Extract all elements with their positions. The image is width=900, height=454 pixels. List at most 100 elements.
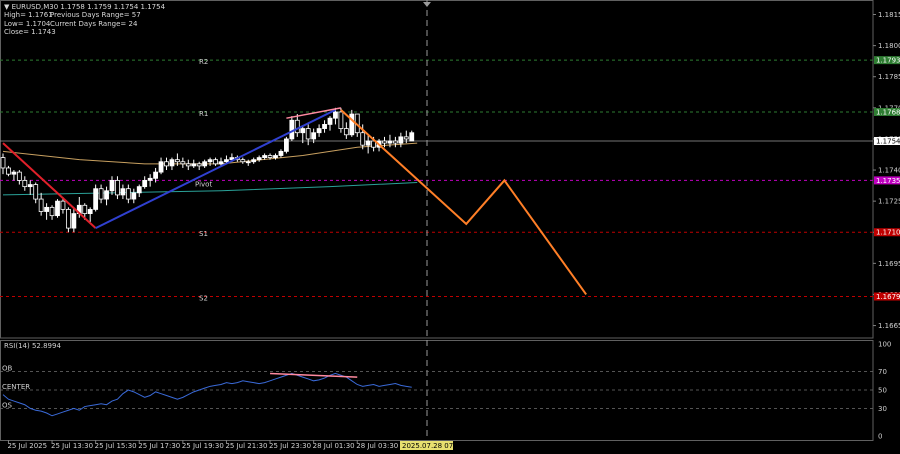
- candle-body: [398, 136, 404, 144]
- rsi-tick-label: 100: [878, 341, 891, 349]
- candle-body: [16, 171, 22, 181]
- candle-body: [38, 198, 44, 212]
- candle-body: [365, 140, 371, 146]
- candle-body: [136, 186, 142, 194]
- candle-body: [322, 124, 327, 129]
- candle-body: [104, 190, 109, 200]
- candle-body: [147, 177, 153, 181]
- x-tick-label: 25 Jul 17:30: [138, 442, 180, 450]
- candle-body: [93, 188, 99, 210]
- candle-body: [207, 159, 213, 163]
- candle-body: [327, 117, 333, 125]
- candle-body: [267, 155, 273, 158]
- current-price-tag: 1.1754: [876, 138, 900, 146]
- candle-body: [0, 157, 6, 169]
- x-tick-label: 25 Jul 23:30: [269, 442, 311, 450]
- pivot-price-tag: 1.1679: [876, 293, 900, 301]
- pivot-price-tag: 1.1793: [876, 57, 900, 65]
- y-tick-label: 1.1800: [878, 42, 900, 50]
- candle-body: [240, 159, 246, 163]
- trendline-down: [2, 142, 97, 229]
- rsi-level-label: OB: [2, 365, 13, 373]
- x-tick-label: 25 Jul 13:30: [51, 442, 93, 450]
- candle-body: [153, 171, 159, 179]
- candle-body: [71, 213, 77, 229]
- candle-body: [311, 132, 317, 140]
- candle-body: [333, 111, 338, 119]
- candle-body: [11, 171, 17, 175]
- candle-body: [273, 155, 278, 158]
- candle-body: [224, 159, 229, 163]
- chart-canvas[interactable]: 1.18151.18001.17851.17701.17551.17401.17…: [0, 0, 900, 454]
- candle-body: [120, 188, 126, 196]
- pivot-level-label: S1: [199, 230, 208, 238]
- rsi-line: [2, 372, 412, 417]
- y-tick-label: 1.1740: [878, 167, 900, 175]
- pivot-level-label: S2: [199, 295, 208, 303]
- pivot-price-tag: 1.1768: [876, 108, 900, 116]
- candle-body: [245, 161, 251, 164]
- candle-body: [44, 206, 49, 212]
- candle-body: [305, 128, 311, 140]
- divergence-line-price: [286, 107, 342, 119]
- candle-body: [33, 184, 39, 200]
- candle-body: [338, 111, 344, 129]
- candle-body: [49, 206, 55, 217]
- pivot-level-label: R2: [199, 58, 208, 66]
- candle-body: [196, 163, 202, 167]
- candle-body: [409, 132, 415, 142]
- rsi-level-label: OS: [2, 401, 13, 409]
- candle-body: [218, 161, 224, 165]
- candle-body: [294, 119, 300, 134]
- candle-body: [185, 163, 191, 167]
- candle-body: [213, 159, 218, 165]
- cursor-time-label: 2025.07.28 07:30: [402, 442, 464, 450]
- rsi-title: RSI(14) 52.8994: [4, 342, 61, 350]
- candle-body: [98, 188, 104, 200]
- pivot-level-label: R1: [199, 110, 208, 118]
- pivot-price-tag: 1.1735: [876, 177, 900, 185]
- y-tick-label: 1.1785: [878, 73, 900, 81]
- crosshair-marker: [423, 2, 431, 7]
- y-tick-label: 1.1695: [878, 260, 900, 268]
- candle-body: [262, 155, 268, 158]
- candle-body: [169, 159, 175, 167]
- main-pane-border: [0, 0, 874, 339]
- candle-body: [109, 180, 115, 192]
- candle-body: [142, 180, 148, 188]
- pivot-price-tag: 1.1710: [876, 229, 900, 237]
- projection-path: [340, 109, 587, 296]
- candle-body: [191, 163, 197, 167]
- candle-body: [115, 180, 120, 196]
- candle-body: [343, 128, 349, 136]
- candle-body: [387, 140, 393, 144]
- candle-body: [180, 161, 186, 165]
- x-tick-label: 28 Jul 01:30: [313, 442, 355, 450]
- candle-body: [164, 161, 169, 167]
- x-tick-label: 25 Jul 19:30: [182, 442, 224, 450]
- candle-body: [283, 138, 289, 152]
- rsi-level-label: CENTER: [2, 383, 30, 391]
- candle-body: [251, 159, 257, 163]
- rsi-tick-label: 30: [878, 405, 887, 413]
- candle-body: [27, 184, 33, 188]
- pivot-level-label: Pivot: [195, 180, 212, 188]
- candle-body: [6, 167, 11, 175]
- candle-body: [403, 136, 409, 140]
- rsi-tick-label: 0: [878, 433, 882, 441]
- x-tick-label: 25 Jul 2025: [7, 442, 47, 450]
- candle-body: [87, 209, 93, 214]
- candle-body: [55, 200, 60, 217]
- candle-body: [256, 157, 262, 161]
- candle-body: [316, 128, 322, 134]
- candle-body: [22, 180, 28, 188]
- chart-window: ▼ EURUSD,M30 1.1758 1.1759 1.1754 1.1754…: [0, 0, 900, 454]
- candle-body: [392, 140, 398, 144]
- candle-body: [202, 161, 208, 167]
- candle-body: [131, 192, 137, 200]
- candle-body: [125, 188, 131, 200]
- trendline-up: [95, 109, 336, 229]
- candle-body: [382, 140, 387, 144]
- candle-body: [82, 204, 88, 214]
- candle-body: [174, 159, 180, 163]
